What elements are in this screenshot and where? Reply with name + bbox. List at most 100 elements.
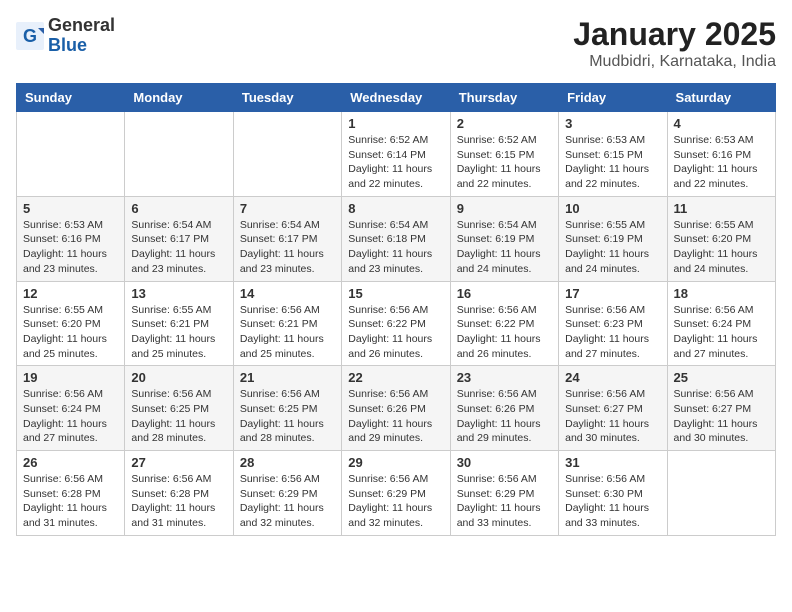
day-info: Sunrise: 6:56 AM Sunset: 6:26 PM Dayligh… bbox=[348, 387, 443, 446]
day-info: Sunrise: 6:56 AM Sunset: 6:23 PM Dayligh… bbox=[565, 303, 660, 362]
day-info: Sunrise: 6:56 AM Sunset: 6:24 PM Dayligh… bbox=[674, 303, 769, 362]
calendar-cell: 4 Sunrise: 6:53 AM Sunset: 6:16 PM Daylig… bbox=[667, 112, 775, 197]
day-of-week-header: Monday bbox=[125, 84, 233, 112]
day-number: 12 bbox=[23, 286, 118, 301]
day-number: 28 bbox=[240, 455, 335, 470]
calendar-cell: 7Sunrise: 6:54 AM Sunset: 6:17 PM Daylig… bbox=[233, 196, 341, 281]
calendar-cell: 9 Sunrise: 6:54 AM Sunset: 6:19 PM Daylig… bbox=[450, 196, 558, 281]
day-of-week-header: Thursday bbox=[450, 84, 558, 112]
calendar-week-row: 12Sunrise: 6:55 AM Sunset: 6:20 PM Dayli… bbox=[17, 281, 776, 366]
day-info: Sunrise: 6:56 AM Sunset: 6:29 PM Dayligh… bbox=[348, 472, 443, 531]
calendar-cell: 28 Sunrise: 6:56 AM Sunset: 6:29 PM Dayli… bbox=[233, 451, 341, 536]
calendar-subtitle: Mudbidri, Karnataka, India bbox=[573, 53, 776, 71]
day-info: Sunrise: 6:56 AM Sunset: 6:30 PM Dayligh… bbox=[565, 472, 660, 531]
day-info: Sunrise: 6:55 AM Sunset: 6:21 PM Dayligh… bbox=[131, 303, 226, 362]
calendar-cell: 30 Sunrise: 6:56 AM Sunset: 6:29 PM Dayli… bbox=[450, 451, 558, 536]
day-of-week-header: Tuesday bbox=[233, 84, 341, 112]
day-info: Sunrise: 6:56 AM Sunset: 6:26 PM Dayligh… bbox=[457, 387, 552, 446]
logo-icon: G bbox=[16, 22, 44, 50]
day-number: 11 bbox=[674, 201, 769, 216]
day-info: Sunrise: 6:55 AM Sunset: 6:20 PM Dayligh… bbox=[674, 218, 769, 277]
calendar-cell: 29 Sunrise: 6:56 AM Sunset: 6:29 PM Dayli… bbox=[342, 451, 450, 536]
day-number: 15 bbox=[348, 286, 443, 301]
calendar-cell: 24 Sunrise: 6:56 AM Sunset: 6:27 PM Dayli… bbox=[559, 366, 667, 451]
day-info: Sunrise: 6:56 AM Sunset: 6:25 PM Dayligh… bbox=[131, 387, 226, 446]
calendar-table: SundayMondayTuesdayWednesdayThursdayFrid… bbox=[16, 83, 776, 536]
day-number: 23 bbox=[457, 370, 552, 385]
day-number: 26 bbox=[23, 455, 118, 470]
calendar-cell bbox=[233, 112, 341, 197]
day-number: 19 bbox=[23, 370, 118, 385]
calendar-cell: 25Sunrise: 6:56 AM Sunset: 6:27 PM Dayli… bbox=[667, 366, 775, 451]
day-number: 3 bbox=[565, 116, 660, 131]
day-number: 5 bbox=[23, 201, 118, 216]
day-info: Sunrise: 6:56 AM Sunset: 6:22 PM Dayligh… bbox=[348, 303, 443, 362]
day-number: 9 bbox=[457, 201, 552, 216]
calendar-week-row: 19Sunrise: 6:56 AM Sunset: 6:24 PM Dayli… bbox=[17, 366, 776, 451]
day-number: 8 bbox=[348, 201, 443, 216]
day-info: Sunrise: 6:54 AM Sunset: 6:19 PM Dayligh… bbox=[457, 218, 552, 277]
day-info: Sunrise: 6:56 AM Sunset: 6:27 PM Dayligh… bbox=[674, 387, 769, 446]
calendar-body: 1 Sunrise: 6:52 AM Sunset: 6:14 PM Daylig… bbox=[17, 112, 776, 536]
calendar-cell: 27 Sunrise: 6:56 AM Sunset: 6:28 PM Dayli… bbox=[125, 451, 233, 536]
day-number: 22 bbox=[348, 370, 443, 385]
calendar-cell: 1 Sunrise: 6:52 AM Sunset: 6:14 PM Daylig… bbox=[342, 112, 450, 197]
day-info: Sunrise: 6:55 AM Sunset: 6:19 PM Dayligh… bbox=[565, 218, 660, 277]
calendar-cell: 20 Sunrise: 6:56 AM Sunset: 6:25 PM Dayli… bbox=[125, 366, 233, 451]
day-info: Sunrise: 6:56 AM Sunset: 6:29 PM Dayligh… bbox=[240, 472, 335, 531]
day-info: Sunrise: 6:52 AM Sunset: 6:14 PM Dayligh… bbox=[348, 133, 443, 192]
day-info: Sunrise: 6:54 AM Sunset: 6:18 PM Dayligh… bbox=[348, 218, 443, 277]
day-info: Sunrise: 6:56 AM Sunset: 6:22 PM Dayligh… bbox=[457, 303, 552, 362]
calendar-cell: 23 Sunrise: 6:56 AM Sunset: 6:26 PM Dayli… bbox=[450, 366, 558, 451]
calendar-cell bbox=[125, 112, 233, 197]
calendar-cell: 5 Sunrise: 6:53 AM Sunset: 6:16 PM Daylig… bbox=[17, 196, 125, 281]
svg-text:G: G bbox=[23, 26, 37, 46]
day-number: 10 bbox=[565, 201, 660, 216]
calendar-cell bbox=[667, 451, 775, 536]
calendar-cell: 17 Sunrise: 6:56 AM Sunset: 6:23 PM Dayli… bbox=[559, 281, 667, 366]
day-info: Sunrise: 6:56 AM Sunset: 6:28 PM Dayligh… bbox=[23, 472, 118, 531]
calendar-header-row: SundayMondayTuesdayWednesdayThursdayFrid… bbox=[17, 84, 776, 112]
day-number: 21 bbox=[240, 370, 335, 385]
day-info: Sunrise: 6:56 AM Sunset: 6:28 PM Dayligh… bbox=[131, 472, 226, 531]
day-number: 18 bbox=[674, 286, 769, 301]
day-number: 30 bbox=[457, 455, 552, 470]
day-number: 4 bbox=[674, 116, 769, 131]
calendar-cell: 12Sunrise: 6:55 AM Sunset: 6:20 PM Dayli… bbox=[17, 281, 125, 366]
calendar-week-row: 1 Sunrise: 6:52 AM Sunset: 6:14 PM Daylig… bbox=[17, 112, 776, 197]
day-info: Sunrise: 6:56 AM Sunset: 6:27 PM Dayligh… bbox=[565, 387, 660, 446]
day-number: 17 bbox=[565, 286, 660, 301]
calendar-cell: 2Sunrise: 6:52 AM Sunset: 6:15 PM Daylig… bbox=[450, 112, 558, 197]
calendar-title: January 2025 bbox=[573, 16, 776, 53]
calendar-cell bbox=[17, 112, 125, 197]
day-number: 20 bbox=[131, 370, 226, 385]
calendar-cell: 26 Sunrise: 6:56 AM Sunset: 6:28 PM Dayli… bbox=[17, 451, 125, 536]
day-number: 24 bbox=[565, 370, 660, 385]
calendar-cell: 8 Sunrise: 6:54 AM Sunset: 6:18 PM Daylig… bbox=[342, 196, 450, 281]
calendar-cell: 11 Sunrise: 6:55 AM Sunset: 6:20 PM Dayli… bbox=[667, 196, 775, 281]
calendar-week-row: 5 Sunrise: 6:53 AM Sunset: 6:16 PM Daylig… bbox=[17, 196, 776, 281]
day-info: Sunrise: 6:52 AM Sunset: 6:15 PM Dayligh… bbox=[457, 133, 552, 192]
day-info: Sunrise: 6:53 AM Sunset: 6:16 PM Dayligh… bbox=[23, 218, 118, 277]
calendar-cell: 14 Sunrise: 6:56 AM Sunset: 6:21 PM Dayli… bbox=[233, 281, 341, 366]
day-number: 16 bbox=[457, 286, 552, 301]
logo-text: General Blue bbox=[48, 16, 115, 56]
day-number: 14 bbox=[240, 286, 335, 301]
calendar-cell: 15 Sunrise: 6:56 AM Sunset: 6:22 PM Dayli… bbox=[342, 281, 450, 366]
day-number: 13 bbox=[131, 286, 226, 301]
day-number: 29 bbox=[348, 455, 443, 470]
day-info: Sunrise: 6:53 AM Sunset: 6:16 PM Dayligh… bbox=[674, 133, 769, 192]
calendar-week-row: 26 Sunrise: 6:56 AM Sunset: 6:28 PM Dayli… bbox=[17, 451, 776, 536]
day-number: 1 bbox=[348, 116, 443, 131]
day-number: 27 bbox=[131, 455, 226, 470]
day-info: Sunrise: 6:54 AM Sunset: 6:17 PM Dayligh… bbox=[240, 218, 335, 277]
calendar-cell: 3Sunrise: 6:53 AM Sunset: 6:15 PM Daylig… bbox=[559, 112, 667, 197]
calendar-cell: 31Sunrise: 6:56 AM Sunset: 6:30 PM Dayli… bbox=[559, 451, 667, 536]
day-info: Sunrise: 6:56 AM Sunset: 6:21 PM Dayligh… bbox=[240, 303, 335, 362]
calendar-cell: 22 Sunrise: 6:56 AM Sunset: 6:26 PM Dayli… bbox=[342, 366, 450, 451]
calendar-cell: 21Sunrise: 6:56 AM Sunset: 6:25 PM Dayli… bbox=[233, 366, 341, 451]
calendar-cell: 16 Sunrise: 6:56 AM Sunset: 6:22 PM Dayli… bbox=[450, 281, 558, 366]
day-of-week-header: Saturday bbox=[667, 84, 775, 112]
day-info: Sunrise: 6:56 AM Sunset: 6:29 PM Dayligh… bbox=[457, 472, 552, 531]
day-of-week-header: Sunday bbox=[17, 84, 125, 112]
